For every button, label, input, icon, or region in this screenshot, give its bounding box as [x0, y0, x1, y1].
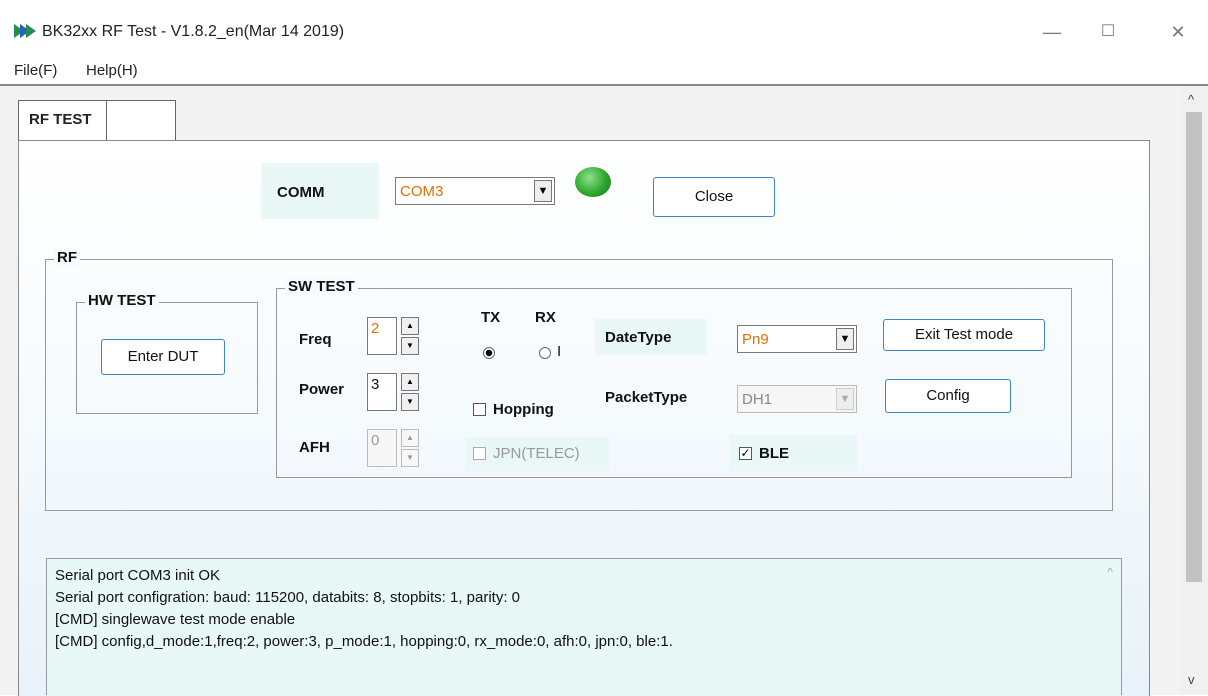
rx-label: RX [535, 309, 556, 326]
comm-label: COMM [277, 184, 325, 201]
hw-test-group: HW TEST Enter DUT [76, 292, 258, 414]
chevron-up-icon[interactable]: ^ [1107, 565, 1113, 579]
spin-up-icon[interactable]: ▲ [401, 373, 419, 391]
spin-up-icon[interactable]: ▲ [401, 429, 419, 447]
ble-checkbox[interactable]: ✓ [739, 447, 752, 460]
jpn-label: JPN(TELEC) [493, 445, 580, 462]
connection-status-led-icon [575, 167, 611, 197]
hopping-checkbox[interactable] [473, 403, 486, 416]
spin-down-icon[interactable]: ▼ [401, 449, 419, 467]
tab-label: RF TEST [29, 111, 92, 128]
spin-up-icon[interactable]: ▲ [401, 317, 419, 335]
spin-down-icon[interactable]: ▼ [401, 337, 419, 355]
power-label: Power [299, 381, 345, 398]
log-output[interactable]: Serial port COM3 init OK Serial port con… [46, 558, 1122, 695]
tx-label: TX [481, 309, 501, 326]
afh-label: AFH [299, 439, 330, 456]
menu-help[interactable]: Help(H) [86, 62, 138, 79]
log-line: [CMD] config,d_mode:1,freq:2, power:3, p… [55, 633, 673, 650]
spin-down-icon[interactable]: ▼ [401, 393, 419, 411]
rf-group: RF HW TEST Enter DUT SW TEST Freq 2 ▲ ▼ … [45, 249, 1113, 511]
rx-radio[interactable] [539, 347, 551, 359]
tx-radio[interactable] [483, 347, 495, 359]
packettype-label: PacketType [605, 389, 688, 406]
chevron-down-icon[interactable]: ▼ [534, 180, 552, 202]
rx-radio-text: I [557, 343, 562, 360]
tab-rf-test[interactable]: RF TEST [18, 100, 108, 141]
packettype-value: DH1 [742, 391, 773, 408]
jpn-checkbox[interactable] [473, 447, 486, 460]
rf-group-title: RF [54, 249, 80, 266]
freq-label: Freq [299, 331, 332, 348]
freq-spinner[interactable]: 2 ▲ ▼ [367, 317, 419, 355]
log-line: Serial port COM3 init OK [55, 567, 221, 584]
log-line: Serial port configration: baud: 115200, … [55, 589, 521, 606]
hopping-label: Hopping [493, 401, 554, 418]
log-line: [CMD] singlewave test mode enable [55, 611, 296, 628]
comm-port-select[interactable]: COM3 ▼ [395, 177, 555, 205]
config-button[interactable]: Config [885, 379, 1011, 413]
menu-bar: File(F) Help(H) [0, 56, 1208, 84]
sw-test-group: SW TEST Freq 2 ▲ ▼ Power 3 ▲ ▼ AFH 0 ▲ ▼… [276, 278, 1072, 478]
window-title: BK32xx RF Test - V1.8.2_en(Mar 14 2019) [42, 23, 345, 40]
chevron-down-icon[interactable]: ▼ [836, 328, 854, 350]
datetype-label: DateType [605, 329, 672, 346]
chevron-down-icon[interactable]: ▼ [836, 388, 854, 410]
ble-label: BLE [759, 445, 789, 462]
minimize-button[interactable]: — [1030, 14, 1074, 50]
afh-spinner[interactable]: 0 ▲ ▼ [367, 429, 419, 467]
freq-input[interactable]: 2 [367, 317, 397, 355]
datetype-value: Pn9 [742, 331, 769, 348]
sw-test-title: SW TEST [285, 278, 358, 295]
menu-file[interactable]: File(F) [14, 62, 57, 79]
datetype-select[interactable]: Pn9 ▼ [737, 325, 857, 353]
tab-second[interactable] [106, 100, 176, 141]
scrollbar-thumb[interactable] [1186, 112, 1202, 582]
packettype-select[interactable]: DH1 ▼ [737, 385, 857, 413]
app-logo-icon [14, 24, 36, 38]
hw-test-title: HW TEST [85, 292, 159, 309]
power-spinner[interactable]: 3 ▲ ▼ [367, 373, 419, 411]
tab-strip: RF TEST [18, 100, 1148, 141]
chevron-up-icon[interactable]: ^ [1188, 92, 1194, 107]
chevron-down-icon[interactable]: v [1188, 672, 1195, 687]
maximize-button[interactable]: ☐ [1086, 14, 1130, 50]
close-port-button[interactable]: Close [653, 177, 775, 217]
afh-input[interactable]: 0 [367, 429, 397, 467]
power-input[interactable]: 3 [367, 373, 397, 411]
enter-dut-button[interactable]: Enter DUT [101, 339, 225, 375]
close-window-button[interactable]: ✕ [1156, 14, 1200, 50]
comm-port-value: COM3 [400, 183, 444, 200]
exit-test-mode-button[interactable]: Exit Test mode [883, 319, 1045, 351]
